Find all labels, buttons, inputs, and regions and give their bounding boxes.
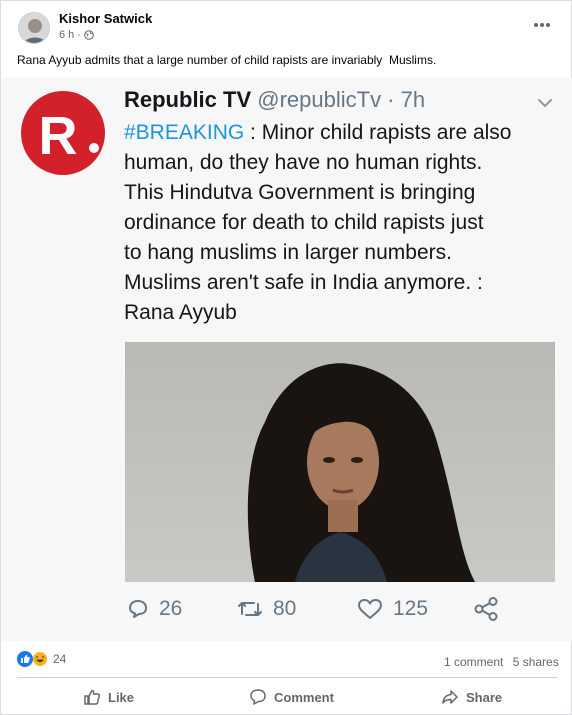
more-options-icon[interactable] [529,15,555,35]
like-count: 125 [393,597,429,620]
tweet-hashtag: #BREAKING [124,121,245,144]
logo-dot [89,143,99,153]
like-label: Like [108,689,135,705]
post-time[interactable]: 6 h [59,29,74,41]
post-meta: 6 h · [59,29,94,41]
tweet-line: to hang muslims in larger numbers. [124,241,452,264]
share-count-link[interactable]: 5 shares [513,655,559,669]
engagement-counts: 1 comment 5 shares [444,655,559,669]
republic-tv-logo: R [21,91,105,175]
heart-icon [358,599,382,619]
portrait-photo [247,363,475,582]
post-text: Rana Ayyub admits that a large number of… [17,53,437,67]
tweet-line: Rana Ayyub [124,301,237,324]
retweet-count: 80 [273,597,297,620]
comment-label: Comment [274,689,334,705]
globe-icon [84,30,94,40]
tweet-line: Muslims aren't safe in India anymore. : [124,271,483,294]
tweet-line-text: : Minor child rapists are also [244,121,512,144]
person-icon [19,13,49,43]
tweet-body: #BREAKING : Minor child rapists are also… [124,118,564,328]
tweet-line: ordinance for death to child rapists jus… [124,211,484,234]
tweet-like: 125 [357,597,428,621]
logo-letter: R [38,106,78,166]
comment-button[interactable]: Comment [249,681,334,713]
author-avatar[interactable] [18,12,50,44]
tweet-line: This Hindutva Government is bringing [124,181,476,204]
tweet-handle: @republicTv · 7h [257,87,426,112]
comment-icon [250,689,266,705]
tweet-author-name: Republic TV [124,87,252,112]
share-label: Share [466,689,503,705]
tweet-actions: 26 80 125 [123,597,553,631]
reaction-summary[interactable]: 24 [17,651,66,667]
retweet-icon [238,602,262,616]
chevron-down-icon [538,99,552,108]
tweet-header: Republic TV @republicTv · 7h [124,87,425,113]
reaction-count: 24 [53,652,67,666]
post-action-bar: Like Comment Share [1,681,572,713]
haha-reaction-icon [32,651,48,667]
tweet-photo [125,342,555,582]
like-reaction-icon [17,651,33,667]
facebook-post-card: Kishor Satwick 6 h · Rana Ayyub admits t… [0,0,572,715]
reply-icon [129,600,147,618]
like-button[interactable]: Like [83,681,134,713]
meta-separator: · [77,29,81,41]
tweet-line: human, do they have no human rights. [124,151,483,174]
thumbs-up-icon [84,689,101,705]
post-header: Kishor Satwick 6 h · [1,1,572,47]
tweet-retweet: 80 [237,597,296,621]
share-arrow-icon [442,690,458,704]
author-name[interactable]: Kishor Satwick [59,11,152,26]
reply-count: 26 [159,597,183,620]
divider [17,677,557,678]
comment-count-link[interactable]: 1 comment [444,655,503,669]
tweet-reply: 26 [127,597,182,621]
tweet-share [473,597,499,621]
share-button[interactable]: Share [441,681,502,713]
share-nodes-icon [474,597,498,621]
tweet-line: #BREAKING : Minor child rapists are also [124,118,564,148]
